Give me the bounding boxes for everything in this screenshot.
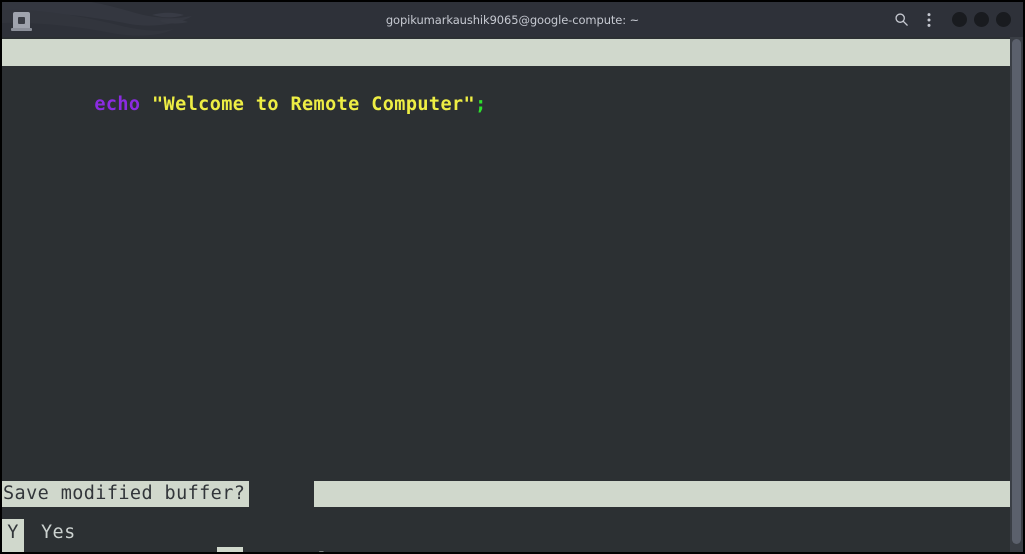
token-keyword: echo bbox=[94, 94, 141, 115]
shortcut-no[interactable]: N No bbox=[2, 547, 64, 552]
shortcut-no-key: N bbox=[2, 547, 24, 552]
search-icon[interactable] bbox=[887, 6, 915, 34]
prompt-question-label: Save modified buffer? bbox=[2, 481, 250, 507]
nano-status-bar: GNU nano 5.4/home/gopikumarkaushik9065/.… bbox=[2, 39, 1010, 66]
editor-buffer[interactable]: echo "Welcome to Remote Computer"; bbox=[2, 66, 1010, 477]
kebab-menu-icon[interactable] bbox=[915, 6, 943, 34]
shortcut-row-1: Y Yes bbox=[2, 519, 1010, 547]
token-punctuation: ; bbox=[475, 94, 487, 115]
code-line: echo "Welcome to Remote Computer"; bbox=[2, 66, 1010, 144]
terminal-content[interactable]: GNU nano 5.4/home/gopikumarkaushik9065/.… bbox=[2, 37, 1023, 552]
terminal-window: gopikumarkaushik9065@google-compute: ~ e… bbox=[0, 0, 1025, 554]
vertical-scrollbar[interactable] bbox=[1010, 37, 1023, 552]
shortcut-yes-key: Y bbox=[2, 519, 24, 547]
prompt-row: Save modified buffer? bbox=[2, 481, 1010, 507]
close-button[interactable] bbox=[996, 12, 1011, 27]
scrollbar-thumb[interactable] bbox=[1012, 39, 1021, 544]
window-titlebar: gopikumarkaushik9065@google-compute: ~ bbox=[2, 2, 1023, 37]
token-string: "Welcome to Remote Computer" bbox=[152, 94, 476, 115]
shortcut-row-2: N No ^C Cancel bbox=[2, 547, 1010, 552]
minimize-button[interactable] bbox=[952, 12, 967, 27]
shortcut-cancel[interactable]: ^C Cancel bbox=[217, 547, 329, 552]
window-title: gopikumarkaushik9065@google-compute: ~ bbox=[385, 12, 640, 27]
shortcut-no-label: No bbox=[24, 547, 64, 552]
maximize-button[interactable] bbox=[974, 12, 989, 27]
prompt-answer-input[interactable] bbox=[314, 481, 1010, 507]
shortcut-yes-label: Yes bbox=[41, 522, 76, 543]
shortcut-cancel-key: ^C bbox=[217, 547, 243, 552]
shortcut-yes[interactable]: Y Yes bbox=[2, 519, 76, 547]
shortcut-cancel-label: Cancel bbox=[243, 547, 329, 552]
shortcut-bar: Y Yes N No ^C Cancel bbox=[2, 519, 1010, 552]
window-controls bbox=[887, 2, 1015, 37]
